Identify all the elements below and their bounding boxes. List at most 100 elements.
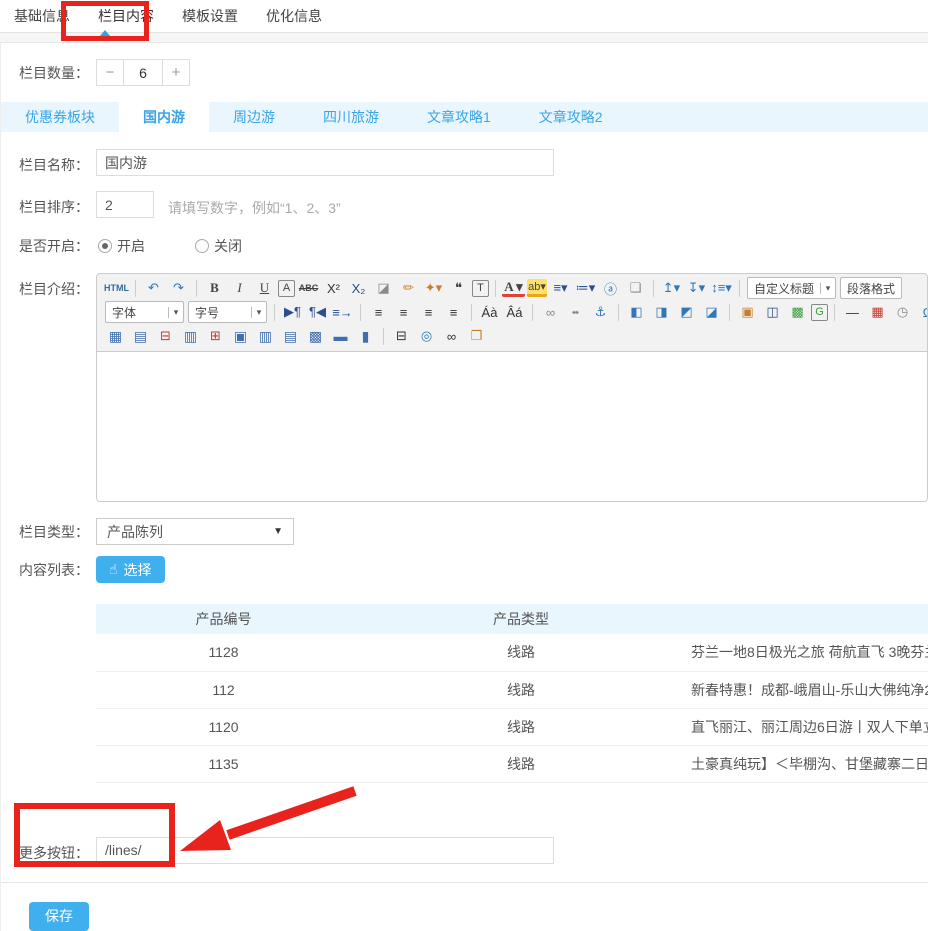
table-col-insert-icon[interactable]: ▥ (179, 326, 202, 347)
indent-ltr-icon[interactable]: ▶¶ (281, 302, 304, 323)
eraser-icon[interactable]: ◪ (372, 278, 395, 299)
table-row-insert-below-icon[interactable]: ▤ (279, 326, 302, 347)
editor-content-area[interactable] (97, 352, 927, 501)
table-split-rows-icon[interactable]: ▬ (329, 326, 352, 347)
table-split-cols-icon[interactable]: ▮ (354, 326, 377, 347)
column-name-input[interactable] (96, 149, 554, 176)
calendar-icon[interactable]: ▦ (866, 302, 889, 323)
preview-icon[interactable]: ◎ (415, 326, 438, 347)
active-tab-indicator (99, 30, 111, 37)
stepper-minus-button[interactable]: − (96, 59, 124, 86)
table-col-insert-right-icon[interactable]: ▥ (254, 326, 277, 347)
subtab-domestic[interactable]: 国内游 (119, 102, 209, 132)
google-map-icon[interactable]: G (811, 304, 828, 321)
subtab-sichuan[interactable]: 四川旅游 (299, 102, 403, 132)
subscript-icon[interactable]: X₂ (347, 278, 370, 299)
subtab-article1[interactable]: 文章攻略1 (403, 102, 515, 132)
stepper-plus-button[interactable]: + (162, 59, 190, 86)
special-char-icon[interactable]: Ω (916, 302, 927, 323)
new-page-icon[interactable]: ❏ (624, 278, 647, 299)
image-align-bottom-icon[interactable]: ◪ (700, 302, 723, 323)
indent-icon[interactable]: ≡→ (331, 302, 354, 323)
col-header-product-id: 产品编号 (96, 604, 351, 634)
underline-icon[interactable]: U (253, 278, 276, 299)
tab-template-settings[interactable]: 模板设置 (176, 0, 244, 33)
strikethrough-icon[interactable]: ABC (297, 278, 320, 299)
separator (135, 280, 136, 297)
align-right-icon[interactable]: ≡ (417, 302, 440, 323)
more-button-url-input[interactable] (96, 837, 554, 864)
anchor-icon[interactable]: ⚓ (589, 302, 612, 323)
table-header-row: 产品编号 产品类型 (96, 604, 928, 634)
column-count-label: 栏目数量： (1, 63, 89, 83)
margin-bottom-icon[interactable]: ↧▾ (685, 278, 708, 299)
print-icon[interactable]: ⊟ (390, 326, 413, 347)
unlink-icon[interactable]: ∞ (564, 302, 587, 323)
align-justify-icon[interactable]: ≡ (442, 302, 465, 323)
media-icon[interactable]: ◫ (761, 302, 784, 323)
indent-rtl-icon[interactable]: ¶◀ (306, 302, 329, 323)
format-brush-icon[interactable]: ✏ (397, 278, 420, 299)
image-map-icon[interactable]: ▩ (786, 302, 809, 323)
to-lowercase-icon[interactable]: Âá (503, 302, 526, 323)
bold-icon[interactable]: B (203, 278, 226, 299)
table-row: 1128 线路 芬兰一地8日极光之旅 荷航直飞 3晚芬兰最北度假 (96, 634, 928, 671)
undo-icon[interactable]: ↶ (142, 278, 165, 299)
select-products-button[interactable]: ☝ 选择 (96, 556, 165, 583)
column-type-select[interactable]: 产品陈列 ▼ (96, 518, 294, 545)
italic-icon[interactable]: I (228, 278, 251, 299)
paste-icon[interactable]: ❒ (465, 326, 488, 347)
column-order-input[interactable] (96, 191, 154, 218)
paste-as-text-icon[interactable]: T (472, 280, 489, 297)
separator (739, 280, 740, 297)
table-row-insert-above-icon[interactable]: ▤ (129, 326, 152, 347)
ordered-list-icon[interactable]: ≡▾ (549, 278, 572, 299)
table-merge-cells-icon[interactable]: ▩ (304, 326, 327, 347)
enable-on-radio[interactable] (98, 239, 112, 253)
tab-seo-info[interactable]: 优化信息 (260, 0, 328, 33)
margin-top-icon[interactable]: ↥▾ (660, 278, 683, 299)
unordered-list-icon[interactable]: ≔▾ (574, 278, 597, 299)
align-center-icon[interactable]: ≡ (392, 302, 415, 323)
find-replace-icon[interactable]: ∞ (440, 326, 463, 347)
chevron-down-icon: ▾ (820, 283, 835, 294)
font-size-dropdown[interactable]: 字号 ▾ (188, 301, 267, 323)
image-align-right-icon[interactable]: ◨ (650, 302, 673, 323)
link-icon[interactable]: ∞ (539, 302, 562, 323)
subtab-article2[interactable]: 文章攻略2 (515, 102, 627, 132)
align-left-icon[interactable]: ≡ (367, 302, 390, 323)
table-cell-props-icon[interactable]: ▣ (229, 326, 252, 347)
custom-title-dropdown[interactable]: 自定义标题 ▾ (747, 277, 836, 299)
redo-icon[interactable]: ↷ (167, 278, 190, 299)
insert-table-icon[interactable]: ▦ (104, 326, 127, 347)
image-align-left-icon[interactable]: ◧ (625, 302, 648, 323)
column-order-label: 栏目排序： (1, 191, 89, 217)
image-align-top-icon[interactable]: ◩ (675, 302, 698, 323)
table-row-delete-icon[interactable]: ⊟ (154, 326, 177, 347)
image-icon[interactable]: ▣ (736, 302, 759, 323)
clock-icon[interactable]: ◷ (891, 302, 914, 323)
blockquote-icon[interactable]: ❝ (447, 278, 470, 299)
col-header-product-type: 产品类型 (351, 604, 691, 634)
enable-off-radio[interactable] (195, 239, 209, 253)
anchor-name-icon[interactable]: ⓐ (599, 278, 622, 299)
font-color-icon[interactable]: A ▾ (502, 279, 525, 297)
tab-column-content[interactable]: 栏目内容 (92, 0, 160, 33)
html-source-icon[interactable]: HTML (104, 278, 129, 299)
hand-pointer-icon: ☝ (109, 561, 118, 578)
paragraph-format-dropdown[interactable]: 段落格式 (840, 277, 902, 299)
horizontal-rule-icon[interactable]: — (841, 302, 864, 323)
table-col-delete-icon[interactable]: ⊞ (204, 326, 227, 347)
to-uppercase-icon[interactable]: Áà (478, 302, 501, 323)
save-button[interactable]: 保存 (29, 902, 89, 931)
tab-basic-info[interactable]: 基础信息 (8, 0, 76, 33)
line-spacing-icon[interactable]: ↕≡▾ (710, 278, 733, 299)
magic-wand-icon[interactable]: ✦▾ (422, 278, 445, 299)
font-style-icon[interactable]: A (278, 280, 295, 297)
superscript-icon[interactable]: X² (322, 278, 345, 299)
subtab-coupon[interactable]: 优惠券板块 (1, 102, 119, 132)
separator (274, 304, 275, 321)
font-family-dropdown[interactable]: 字体 ▾ (105, 301, 184, 323)
subtab-around[interactable]: 周边游 (209, 102, 299, 132)
highlight-icon[interactable]: ab▾ (527, 279, 547, 297)
